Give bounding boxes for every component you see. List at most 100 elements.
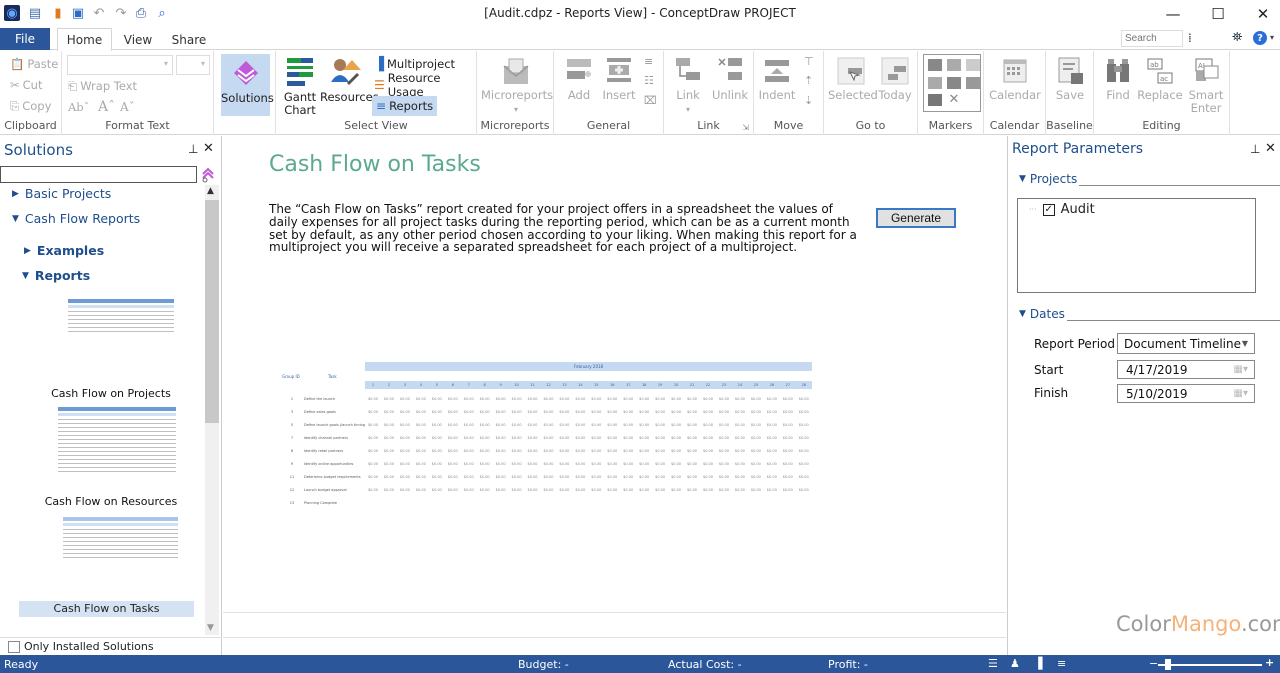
gantt-view-icon[interactable]: ☰	[988, 657, 998, 670]
close-button[interactable]: ✕	[1240, 0, 1280, 28]
smart-enter-button[interactable]: AI Smart Enter	[1186, 56, 1226, 115]
resources-button[interactable]: Resources	[320, 56, 379, 104]
new-icon[interactable]: ▤	[27, 5, 43, 21]
checkbox-box[interactable]	[8, 640, 20, 653]
microreports-button[interactable]: Microreports ▾	[481, 56, 553, 116]
redo-icon[interactable]: ↷	[113, 5, 129, 21]
goto-today-button[interactable]: Today	[876, 56, 914, 102]
solutions-button[interactable]: Solutions	[221, 54, 274, 116]
zoom-slider[interactable]	[1158, 664, 1262, 666]
binoculars-icon[interactable]: ⛯	[1232, 30, 1242, 45]
finish-date-field[interactable]: 5/10/2019 ▦▾	[1117, 384, 1255, 403]
font-size-select[interactable]: ▾	[176, 55, 210, 75]
search-input[interactable]	[1121, 30, 1183, 47]
only-installed-solutions-checkbox[interactable]: Only Installed Solutions	[0, 637, 222, 655]
resource-usage-view-icon[interactable]: ≡	[1057, 657, 1066, 670]
close-panel-icon[interactable]: ✕	[203, 141, 214, 156]
help-icon[interactable]: ?	[1253, 31, 1267, 45]
grow-font-button[interactable]: Aˆ	[98, 97, 115, 117]
solutions-scrollbar-thumb[interactable]	[205, 200, 219, 423]
search-options-icon[interactable]: ⁞	[1188, 31, 1192, 45]
outdent-icon[interactable]: ⊤	[804, 55, 814, 68]
print-icon[interactable]: ⎙	[133, 5, 149, 21]
projects-section-header[interactable]: ▼ Projects	[1019, 172, 1077, 186]
replace-button[interactable]: ab ac Replace	[1136, 56, 1184, 102]
report-period-select[interactable]: Document Timeline ▼	[1117, 333, 1255, 354]
unlink-button[interactable]: Unlink	[710, 56, 750, 102]
zoom-slider-thumb[interactable]	[1165, 659, 1172, 670]
split-task-icon[interactable]: ☷	[644, 74, 654, 87]
font-family-select[interactable]: ▾	[67, 55, 173, 75]
generate-button[interactable]: Generate	[876, 208, 956, 228]
save-icon[interactable]: ▣	[70, 5, 86, 21]
collapse-arrow-icon[interactable]: ▼	[1019, 309, 1026, 319]
minimize-button[interactable]: —	[1150, 0, 1196, 28]
resource-view-icon[interactable]: ♟	[1010, 657, 1020, 670]
clear-marker-icon[interactable]: ✕	[947, 93, 961, 107]
tree-item-reports[interactable]: ▼ Reports	[22, 268, 90, 283]
goto-selected-button[interactable]: Selected	[828, 56, 878, 102]
tree-item-cash-flow-reports[interactable]: ▼ Cash Flow Reports	[12, 211, 140, 226]
tree-item-basic-projects[interactable]: ▶ Basic Projects	[12, 186, 111, 201]
collapse-arrow-icon[interactable]: ▼	[1019, 174, 1026, 184]
help-dropdown-icon[interactable]: ▾	[1270, 33, 1274, 42]
app-logo-icon[interactable]: ◉	[4, 5, 20, 21]
scroll-down-icon[interactable]: ▼	[207, 623, 214, 633]
dates-section-header[interactable]: ▼ Dates	[1019, 307, 1065, 321]
calendar-button[interactable]: Calendar	[988, 56, 1042, 102]
insert-button[interactable]: Insert	[600, 56, 638, 102]
tree-item-examples[interactable]: ▶ Examples	[24, 243, 104, 258]
text-style-button[interactable]: Abˇ	[68, 97, 89, 117]
shrink-font-button[interactable]: Aˇ	[120, 97, 135, 117]
link-dialog-launcher-icon[interactable]: ⇲	[742, 123, 749, 132]
project-item-audit[interactable]: ··· ✓ Audit	[1029, 202, 1095, 217]
maximize-button[interactable]: ☐	[1195, 0, 1241, 28]
open-icon[interactable]: ▮	[50, 5, 66, 21]
calendar-dropdown-icon[interactable]: ▦▾	[1234, 364, 1248, 375]
wrap-text-button[interactable]: ⎗ Wrap Text	[68, 76, 137, 96]
copy-button[interactable]: ⎘ Copy	[10, 96, 51, 116]
save-baseline-button[interactable]: Save	[1050, 56, 1090, 102]
text-box-icon[interactable]: ⌧	[644, 94, 657, 107]
indent-button[interactable]: Indent	[758, 56, 796, 102]
pin-icon[interactable]: ⊥	[1250, 142, 1260, 156]
solutions-search-icon[interactable]	[200, 166, 216, 184]
paste-button[interactable]: 📋 Paste	[10, 54, 58, 74]
cut-button[interactable]: ✂ Cut	[10, 75, 42, 95]
tab-file[interactable]: File	[0, 28, 50, 50]
project-checkbox[interactable]: ✓	[1042, 203, 1055, 216]
start-date-field[interactable]: 4/17/2019 ▦▾	[1117, 360, 1255, 379]
thumbnail-cash-flow-on-resources[interactable]	[58, 407, 176, 472]
marker-swatch[interactable]	[928, 76, 942, 89]
thumbnail-caption[interactable]: Cash Flow on Resources	[0, 495, 222, 508]
print-preview-icon[interactable]: ⌕	[154, 5, 170, 21]
solutions-search-input[interactable]	[0, 166, 197, 183]
collapse-arrow-icon[interactable]: ▼	[22, 271, 29, 281]
thumbnail-caption-selected[interactable]: Cash Flow on Tasks	[19, 601, 194, 617]
add-button[interactable]: Add	[562, 56, 596, 102]
calendar-dropdown-icon[interactable]: ▦▾	[1234, 388, 1248, 399]
tab-view[interactable]: View	[118, 28, 158, 51]
marker-swatch[interactable]	[947, 59, 961, 71]
scroll-up-icon[interactable]: ▲	[207, 186, 214, 196]
undo-icon[interactable]: ↶	[91, 5, 107, 21]
zoom-in-icon[interactable]: +	[1265, 656, 1274, 669]
marker-swatch[interactable]	[966, 76, 980, 89]
marker-swatch[interactable]	[928, 94, 942, 107]
reports-button[interactable]: ≡ Reports	[372, 96, 438, 116]
find-button[interactable]: Find	[1100, 56, 1136, 102]
expand-arrow-icon[interactable]: ▶	[12, 189, 19, 199]
tab-share[interactable]: Share	[168, 28, 210, 51]
tab-home[interactable]: Home	[57, 28, 112, 51]
move-down-icon[interactable]: ⇣	[804, 94, 813, 107]
thumbnail-cash-flow-on-tasks[interactable]	[63, 517, 178, 558]
resource-usage-button[interactable]: ☰ Resource Usage	[374, 71, 476, 99]
thumbnail-caption[interactable]: Cash Flow on Projects	[0, 387, 222, 400]
marker-swatch[interactable]	[928, 59, 942, 71]
multiproject-view-icon[interactable]: ▐	[1034, 657, 1042, 670]
markers-gallery[interactable]: ✕	[923, 54, 981, 112]
move-up-task-icon[interactable]: ≡	[644, 55, 653, 68]
link-button[interactable]: Link ▾	[670, 56, 706, 116]
zoom-out-icon[interactable]: −	[1149, 657, 1158, 670]
expand-arrow-icon[interactable]: ▶	[24, 246, 31, 256]
